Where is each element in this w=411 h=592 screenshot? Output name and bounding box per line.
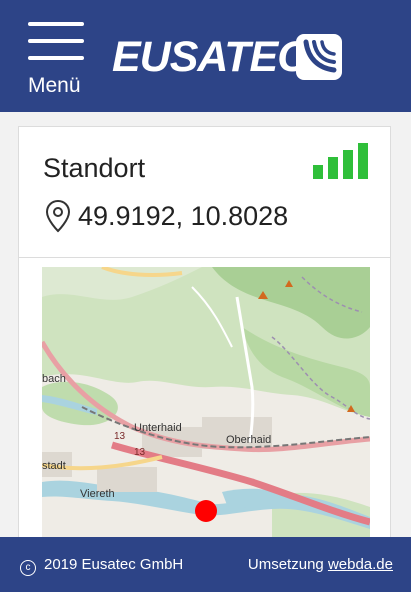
- hamburger-icon: [28, 39, 84, 43]
- copyright-icon: c: [20, 560, 36, 576]
- menu-label: Menü: [28, 74, 81, 97]
- copyright: c 2019 Eusatec GmbH: [20, 556, 183, 576]
- location-marker-icon[interactable]: [195, 500, 217, 522]
- hamburger-icon: [28, 56, 84, 60]
- map-label-viereth: Viereth: [80, 488, 115, 500]
- map-label-stadt: stadt: [42, 460, 66, 472]
- map-label-road-13-a: 13: [114, 431, 126, 442]
- logo-text: EUSATEC: [112, 33, 308, 81]
- location-card: Standort 49.9192, 10.8028 bach Unterhaid…: [18, 126, 391, 566]
- coordinates-value: 49.9192, 10.8028: [78, 201, 289, 231]
- app-header: Menü EUSATEC: [0, 0, 411, 112]
- hamburger-icon: [28, 22, 84, 26]
- map-label-oberhaid: Oberhaid: [226, 434, 272, 446]
- card-title: Standort: [43, 153, 146, 183]
- map-label-unterhaid: Unterhaid: [134, 422, 182, 434]
- menu-button[interactable]: Menü: [26, 22, 88, 100]
- credit-prefix: Umsetzung: [247, 556, 324, 573]
- copyright-text: 2019 Eusatec GmbH: [44, 556, 184, 573]
- signal-strength-icon: [313, 143, 369, 179]
- credit: Umsetzung webda.de: [248, 556, 393, 573]
- map-label-bach: bach: [42, 373, 66, 385]
- eusatec-wave-logo-icon: [296, 34, 342, 80]
- app-footer: c 2019 Eusatec GmbH Umsetzung webda.de: [0, 537, 411, 592]
- credit-link[interactable]: webda.de: [328, 556, 393, 573]
- map-label-road-13-b: 13: [134, 447, 146, 458]
- location-card-header: Standort 49.9192, 10.8028: [19, 127, 390, 258]
- location-map[interactable]: bach Unterhaid Oberhaid 13 13 stadt Vier…: [42, 267, 370, 539]
- location-pin-icon: [45, 199, 71, 233]
